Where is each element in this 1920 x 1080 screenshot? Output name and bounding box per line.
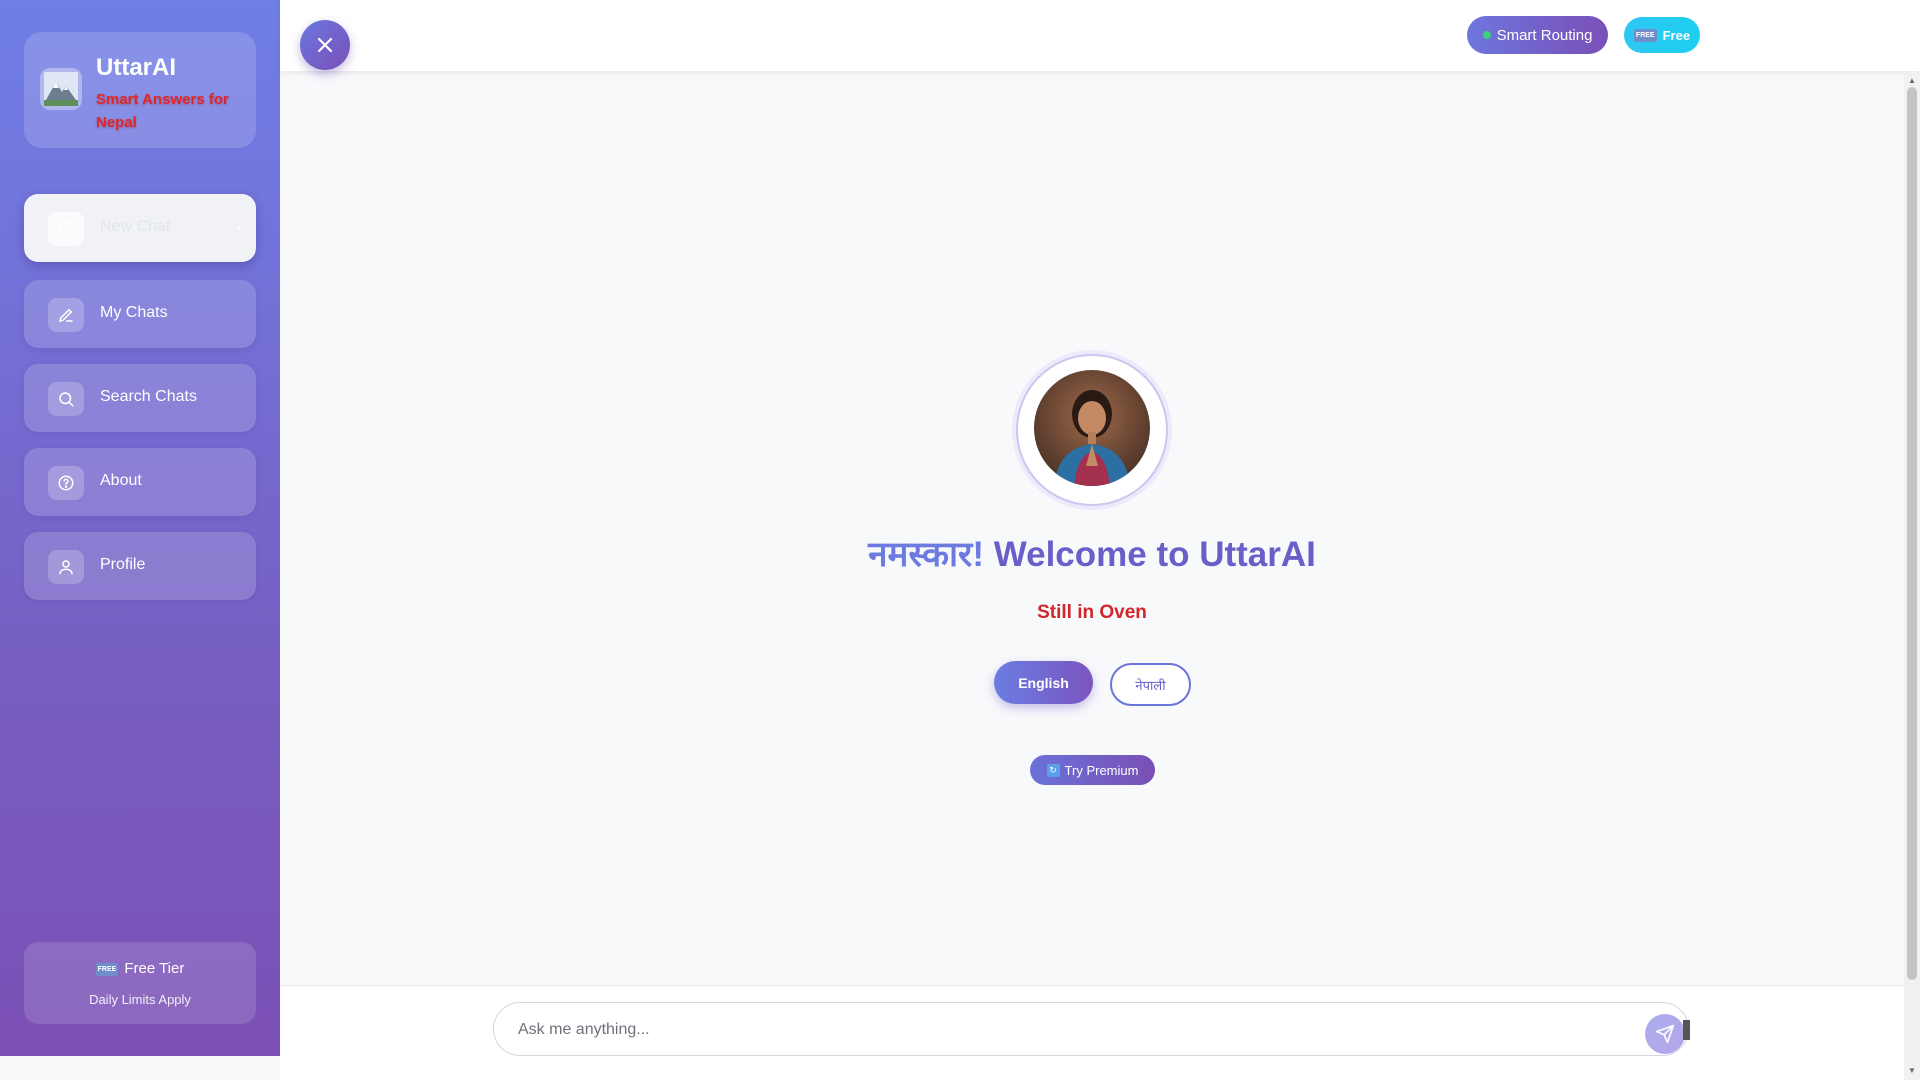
- tier-title-text: Free Tier: [124, 960, 185, 977]
- try-premium-button[interactable]: ↻ Try Premium: [1030, 755, 1155, 785]
- search-chats-label: Search Chats: [100, 388, 197, 405]
- smart-routing-label: Smart Routing: [1496, 26, 1593, 44]
- close-sidebar-button[interactable]: [300, 20, 350, 70]
- top-bar: Smart Routing FREE Free: [280, 0, 1920, 71]
- send-button[interactable]: [1645, 1014, 1685, 1054]
- my-chats-label: My Chats: [100, 304, 168, 321]
- new-chat-button[interactable]: New Chat: [24, 194, 256, 262]
- language-nepali-button[interactable]: नेपाली: [1110, 663, 1191, 706]
- status-dot-icon: [1482, 31, 1491, 39]
- sidebar-item-about[interactable]: About: [24, 448, 256, 516]
- message-input[interactable]: [518, 1017, 1618, 1043]
- tier-title: FREE Free Tier: [24, 960, 256, 977]
- welcome-text: Welcome to UttarAI: [983, 535, 1316, 574]
- welcome-greeting: नमस्कार!: [868, 535, 984, 574]
- scroll-up-arrow-icon[interactable]: ▲: [1908, 76, 1916, 85]
- search-icon: [48, 382, 84, 416]
- sidebar-item-my-chats[interactable]: My Chats: [24, 280, 256, 348]
- pencil-icon: [48, 298, 84, 332]
- help-circle-icon: [48, 466, 84, 500]
- sidebar-item-profile[interactable]: Profile: [24, 532, 256, 600]
- new-chat-label: New Chat: [100, 218, 171, 235]
- language-english-button[interactable]: English: [994, 661, 1093, 704]
- page-scrollbar-thumb[interactable]: [1907, 87, 1917, 980]
- active-indicator-dot: [237, 227, 240, 230]
- assistant-avatar: [1034, 370, 1150, 486]
- brand-card: UttarAI Smart Answers for Nepal: [24, 32, 256, 148]
- message-input-box[interactable]: [493, 1002, 1689, 1056]
- close-icon: [317, 37, 333, 53]
- free-badge-icon: FREE: [1633, 28, 1657, 42]
- input-scrollbar[interactable]: [1683, 1006, 1690, 1052]
- status-tagline: Still in Oven: [1037, 602, 1147, 623]
- mountain-logo-icon: [40, 68, 82, 110]
- free-tier-card: FREE Free Tier Daily Limits Apply: [24, 942, 256, 1024]
- user-icon: [48, 550, 84, 584]
- refresh-icon: ↻: [1046, 763, 1060, 777]
- input-scrollbar-thumb[interactable]: [1683, 1020, 1690, 1040]
- try-premium-label: Try Premium: [1064, 762, 1139, 778]
- welcome-heading: नमस्कार! Welcome to UttarAI: [660, 530, 1524, 577]
- send-icon: [1655, 1024, 1675, 1044]
- free-plan-label: Free: [1662, 27, 1691, 43]
- sidebar: UttarAI Smart Answers for Nepal New Chat…: [0, 0, 280, 1056]
- scroll-down-arrow-icon[interactable]: ▼: [1908, 1066, 1916, 1075]
- smart-routing-badge[interactable]: Smart Routing: [1467, 16, 1608, 54]
- brand-subtitle: Smart Answers for Nepal: [96, 91, 229, 131]
- sidebar-item-search-chats[interactable]: Search Chats: [24, 364, 256, 432]
- tier-subtitle: Daily Limits Apply: [89, 992, 191, 1007]
- free-plan-badge[interactable]: FREE Free: [1624, 17, 1700, 53]
- brand-title: UttarAI: [96, 54, 177, 81]
- free-badge-icon: FREE: [95, 962, 119, 976]
- chat-bubble-icon: [48, 212, 84, 246]
- profile-label: Profile: [100, 556, 146, 573]
- about-label: About: [100, 472, 142, 489]
